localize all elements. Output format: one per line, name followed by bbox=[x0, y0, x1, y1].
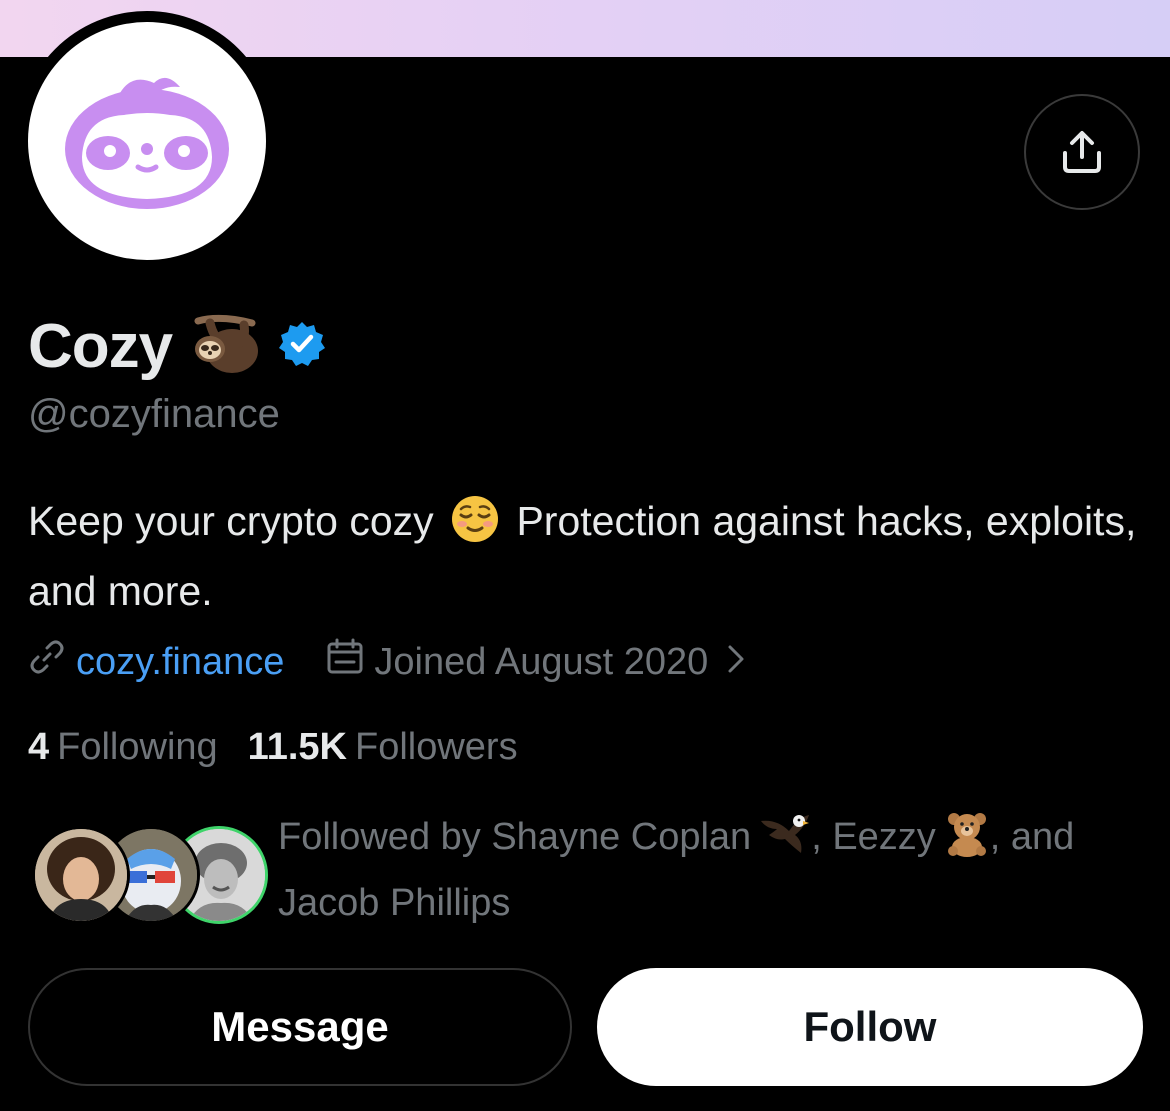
followed-by-separator: , bbox=[811, 816, 833, 858]
profile-meta: cozy.finance Joined August 2020 bbox=[28, 634, 746, 690]
share-button[interactable] bbox=[1024, 94, 1140, 210]
bio-text-part1: Keep your crypto cozy bbox=[28, 498, 434, 544]
following-stat[interactable]: 4 Following bbox=[28, 726, 218, 769]
followed-by-avatars[interactable] bbox=[32, 826, 268, 924]
relieved-face-icon bbox=[451, 495, 499, 560]
following-label: Following bbox=[57, 725, 218, 768]
profile-page: Cozy @cozyfinance Keep your crypto cozy bbox=[0, 0, 1170, 1111]
sloth-icon bbox=[190, 313, 260, 380]
joined-date: Joined August 2020 bbox=[374, 640, 709, 683]
share-icon bbox=[1063, 131, 1101, 173]
followed-by-person: Eezzy bbox=[832, 816, 936, 858]
website-link[interactable]: cozy.finance bbox=[76, 641, 284, 684]
followers-stat[interactable]: 11.5K Followers bbox=[248, 726, 518, 769]
followed-by-separator: , and bbox=[989, 816, 1075, 858]
display-name: Cozy bbox=[28, 311, 173, 381]
profile-avatar[interactable] bbox=[28, 22, 266, 260]
calendar-icon bbox=[326, 638, 364, 686]
avatar bbox=[32, 826, 130, 924]
link-icon bbox=[28, 638, 66, 686]
verified-badge-icon[interactable] bbox=[278, 320, 326, 373]
followed-by-person: Shayne Coplan bbox=[491, 816, 752, 858]
teddy-bear-icon bbox=[944, 811, 990, 874]
chevron-right-icon[interactable] bbox=[726, 641, 746, 684]
name-row: Cozy bbox=[28, 306, 326, 386]
profile-handle: @cozyfinance bbox=[28, 392, 280, 436]
message-button[interactable]: Message bbox=[28, 968, 572, 1086]
following-count: 4 bbox=[28, 725, 50, 768]
followers-label: Followers bbox=[354, 725, 518, 768]
followers-count: 11.5K bbox=[247, 725, 347, 768]
cozy-sloth-logo-icon bbox=[65, 77, 229, 209]
followed-by-person: Jacob Phillips bbox=[278, 882, 511, 924]
follow-button[interactable]: Follow bbox=[597, 968, 1143, 1086]
followed-by-prefix: Followed by bbox=[278, 816, 492, 858]
profile-bio: Keep your crypto cozy Protection against… bbox=[28, 490, 1138, 622]
follow-stats: 4 Following 11.5K Followers bbox=[28, 722, 518, 772]
eagle-icon bbox=[759, 811, 811, 874]
followed-by-text[interactable]: Followed by Shayne Coplan , Eezzy , and … bbox=[278, 808, 1138, 932]
